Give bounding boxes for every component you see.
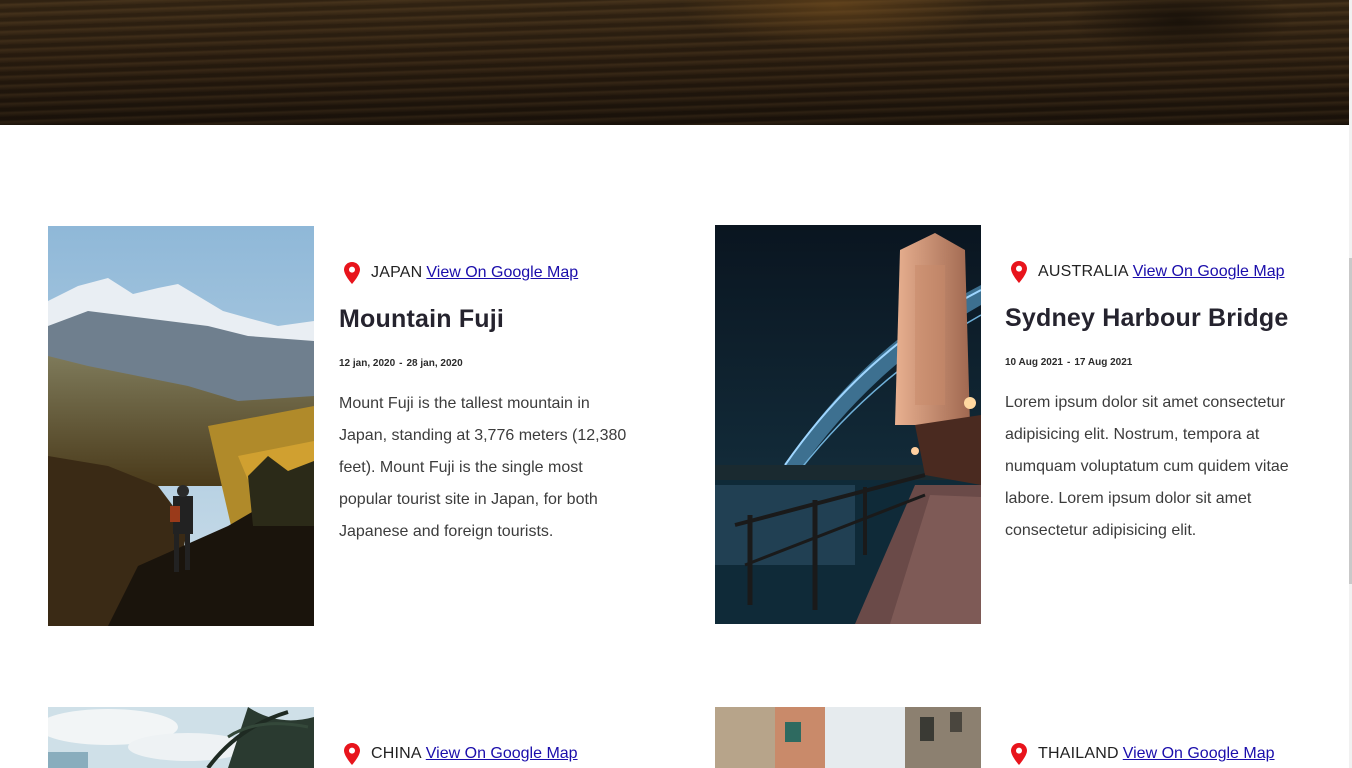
date-separator: -: [1067, 357, 1071, 368]
date-end: 28 jan, 2020: [406, 358, 463, 369]
date-end: 17 Aug 2021: [1074, 357, 1133, 368]
date-range: 12 jan, 2020-28 jan, 2020: [339, 358, 463, 369]
date-separator: -: [399, 358, 403, 369]
view-on-google-map-link[interactable]: View On Google Map: [1133, 263, 1285, 281]
location-pin-icon: [344, 743, 360, 765]
location-row-japan: JAPAN View On Google Map: [344, 262, 578, 284]
bridge-night-photo: [715, 225, 981, 624]
card-image-china: [48, 707, 314, 768]
location-pin-icon: [344, 262, 360, 284]
hero-banner-image: [0, 0, 1349, 125]
view-on-google-map-link[interactable]: View On Google Map: [426, 745, 578, 763]
view-on-google-map-link[interactable]: View On Google Map: [1123, 745, 1275, 763]
date-start: 12 jan, 2020: [339, 358, 396, 369]
card-title: Mountain Fuji: [339, 305, 505, 333]
card-image-thailand: [715, 707, 981, 768]
card-image-australia: [715, 225, 981, 624]
date-start: 10 Aug 2021: [1005, 357, 1063, 368]
date-range: 10 Aug 2021-17 Aug 2021: [1005, 357, 1132, 368]
location-row-australia: AUSTRALIA View On Google Map: [1011, 261, 1285, 283]
location-pin-icon: [1011, 743, 1027, 765]
location-pin-icon: [1011, 261, 1027, 283]
old-street-photo: [715, 707, 981, 768]
country-label: AUSTRALIA: [1038, 263, 1129, 280]
view-on-google-map-link[interactable]: View On Google Map: [426, 264, 578, 282]
country-label: CHINA: [371, 745, 422, 762]
location-row-thailand: THAILAND View On Google Map: [1011, 743, 1275, 765]
card-image-japan: [48, 226, 314, 626]
location-row-china: CHINA View On Google Map: [344, 743, 578, 765]
country-label: JAPAN: [371, 264, 423, 281]
palm-tree-photo: [48, 707, 314, 768]
card-description: Lorem ipsum dolor sit amet consectetur a…: [1005, 394, 1289, 539]
card-title: Sydney Harbour Bridge: [1005, 304, 1289, 332]
mountain-hiker-photo: [48, 226, 314, 626]
country-label: THAILAND: [1038, 745, 1119, 762]
card-description: Mount Fuji is the tallest mountain in Ja…: [339, 395, 627, 540]
